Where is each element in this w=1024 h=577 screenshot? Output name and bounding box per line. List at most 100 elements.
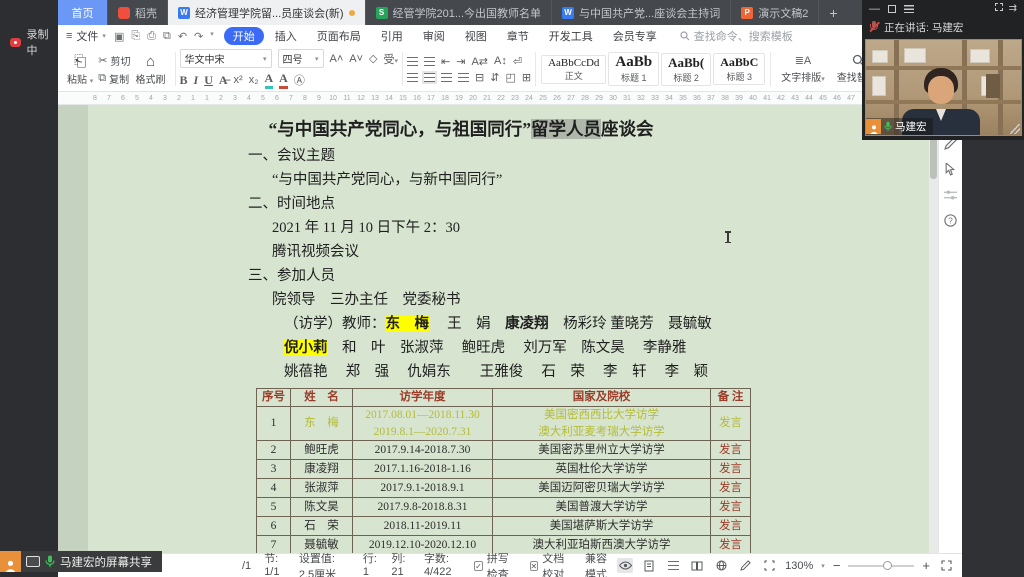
menu-item[interactable]: 章节 xyxy=(498,27,538,45)
zoom-slider[interactable] xyxy=(848,565,914,567)
cut-button[interactable]: ✂ 剪切 xyxy=(98,53,130,68)
table-cell: 鲍旺虎 xyxy=(291,441,353,460)
pin-icon[interactable] xyxy=(995,3,1003,11)
superscript-icon[interactable]: x² xyxy=(234,74,243,86)
more-icon[interactable]: ▾ xyxy=(210,30,214,43)
paste-label: 粘贴 xyxy=(67,75,87,86)
participant-video[interactable]: 马建宏 xyxy=(865,39,1022,136)
indent-icon[interactable]: ⇥ xyxy=(456,55,465,68)
border-icon[interactable]: ⊞ xyxy=(522,71,531,84)
menu-item[interactable]: 视图 xyxy=(456,27,496,45)
tab-writer[interactable]: W与中国共产党...座谈会主持词 xyxy=(552,0,731,25)
tab-writer[interactable]: W经济管理学院留...员座谈会(新) xyxy=(168,0,366,25)
wrap-icon[interactable]: ⏎ xyxy=(513,55,522,68)
style-card[interactable]: AaBb(标题 2 xyxy=(661,53,711,86)
align-right-icon[interactable] xyxy=(441,73,452,82)
bullet-list-icon[interactable] xyxy=(407,57,418,66)
numbered-list-icon[interactable] xyxy=(424,57,435,66)
align-left-icon[interactable] xyxy=(407,73,418,82)
menu-icon[interactable] xyxy=(904,5,914,13)
subscript-icon[interactable]: x₂ xyxy=(249,74,259,86)
resize-handle[interactable] xyxy=(1010,124,1020,134)
table-cell: 4 xyxy=(257,479,291,498)
page-indicator: /1 xyxy=(242,560,251,572)
style-card[interactable]: AaBb标题 1 xyxy=(608,52,659,86)
clear-format-icon[interactable]: ◇ xyxy=(369,52,377,65)
proofing-toggle[interactable]: ✕ 文档校对 xyxy=(530,550,572,577)
zoom-out-button[interactable]: − xyxy=(833,558,841,573)
outline-view-icon[interactable] xyxy=(665,558,681,573)
menu-item[interactable]: 开始 xyxy=(224,27,264,45)
font-name-select[interactable]: 华文中宋 ▾ xyxy=(180,49,272,68)
zoom-slider-knob[interactable] xyxy=(883,561,892,570)
zoom-in-button[interactable]: + xyxy=(922,558,930,573)
brush-icon: ⌂ xyxy=(146,53,155,70)
menu-item[interactable]: 插入 xyxy=(266,27,306,45)
tab-home[interactable]: 首页 xyxy=(58,0,108,25)
zoom-value[interactable]: 130% xyxy=(785,560,813,572)
annotate-icon[interactable] xyxy=(737,558,753,573)
justify-icon[interactable] xyxy=(458,73,469,82)
menu-item[interactable]: 开发工具 xyxy=(540,27,602,45)
save-icon[interactable]: ▣ xyxy=(114,30,124,43)
maximize-icon[interactable] xyxy=(888,5,896,13)
undo-icon[interactable]: ↶ xyxy=(178,30,187,43)
highlight-icon[interactable]: A xyxy=(265,71,274,89)
shading-icon[interactable]: ◰ xyxy=(505,71,515,84)
file-menu[interactable]: ≡ 文件 ▾ xyxy=(66,28,106,44)
menu-item[interactable]: 会员专享 xyxy=(604,27,666,45)
tab-ppt[interactable]: P演示文稿2 xyxy=(731,0,819,25)
tab-sheet[interactable]: S经管学院201...今出国教师名单 xyxy=(366,0,553,25)
bold-icon[interactable]: B xyxy=(180,73,188,88)
italic-icon[interactable]: I xyxy=(194,73,199,88)
fit-page-icon[interactable] xyxy=(761,558,777,573)
line-spacing-icon[interactable]: ⇵ xyxy=(490,71,499,84)
underline-icon[interactable]: U xyxy=(204,73,213,88)
font-color-icon[interactable]: A xyxy=(279,71,288,89)
right-sidebar: ? xyxy=(938,105,962,553)
web-view-icon[interactable] xyxy=(713,558,729,573)
collapse-icon[interactable]: ⇉ xyxy=(1009,3,1017,14)
spellcheck-toggle[interactable]: ✓ 拼写检查 xyxy=(474,550,516,577)
outdent-icon[interactable]: ⇤ xyxy=(441,55,450,68)
screen-share-banner[interactable]: 马建宏的屏幕共享 xyxy=(0,551,162,572)
menu-item[interactable]: 审阅 xyxy=(414,27,454,45)
typography-button[interactable]: ≣A 文字排版▾ xyxy=(775,49,831,89)
vertical-scrollbar[interactable] xyxy=(929,105,938,553)
fullscreen-icon[interactable] xyxy=(938,558,954,573)
cursor-icon[interactable] xyxy=(945,163,956,176)
strike-icon[interactable]: A̶ xyxy=(219,73,228,88)
minimize-icon[interactable]: — xyxy=(869,3,880,15)
menu-item[interactable]: 页面布局 xyxy=(308,27,370,45)
print-icon[interactable]: ⎙ xyxy=(147,30,156,43)
format-painter-button[interactable]: ⌂ 格式刷 xyxy=(131,49,171,89)
align-center-icon[interactable] xyxy=(424,73,435,82)
style-card[interactable]: AaBbCcDd正文 xyxy=(541,55,606,84)
menu-item[interactable]: 引用 xyxy=(372,27,412,45)
font-size-select[interactable]: 四号 ▾ xyxy=(278,49,324,68)
adjust-icon[interactable] xyxy=(944,189,957,201)
shrink-font-icon[interactable]: A˅ xyxy=(349,53,363,65)
new-tab-button[interactable]: + xyxy=(819,0,847,25)
paste-button[interactable]: ⎗ 粘贴 ▾ xyxy=(62,49,98,89)
char-scale-icon[interactable]: A↕ xyxy=(494,55,507,67)
phonetic-icon[interactable]: 受▾ xyxy=(384,51,399,67)
preview-icon[interactable]: ⧉ xyxy=(163,30,171,43)
document-canvas[interactable]: “与中国共产党同心，与祖国同行”留学人员座谈会 一、会议主题“与中国共产党同心，… xyxy=(58,105,938,553)
style-card[interactable]: AaBbC标题 3 xyxy=(713,53,765,85)
help-icon[interactable]: ? xyxy=(944,214,957,227)
document-page[interactable]: “与中国共产党同心，与祖国同行”留学人员座谈会 一、会议主题“与中国共产党同心，… xyxy=(88,105,934,553)
tab-docer[interactable]: 稻壳 xyxy=(108,0,168,25)
hamburger-icon: ≡ xyxy=(66,30,72,42)
grow-font-icon[interactable]: A˄ xyxy=(330,53,344,65)
char-border-icon[interactable]: Ⓐ xyxy=(294,72,305,88)
eye-protect-icon[interactable] xyxy=(617,558,633,573)
active-speaker-label: 正在讲话: 马建宏 xyxy=(884,20,963,35)
distribute-icon[interactable]: ⊟ xyxy=(475,71,484,84)
export-icon[interactable]: ⎘ xyxy=(131,30,140,43)
redo-icon[interactable]: ↷ xyxy=(194,30,203,43)
text-direction-icon[interactable]: A⇄ xyxy=(471,55,488,68)
copy-button[interactable]: ⧉ 复制 xyxy=(98,71,130,86)
page-view-icon[interactable] xyxy=(641,558,657,573)
read-view-icon[interactable] xyxy=(689,558,705,573)
